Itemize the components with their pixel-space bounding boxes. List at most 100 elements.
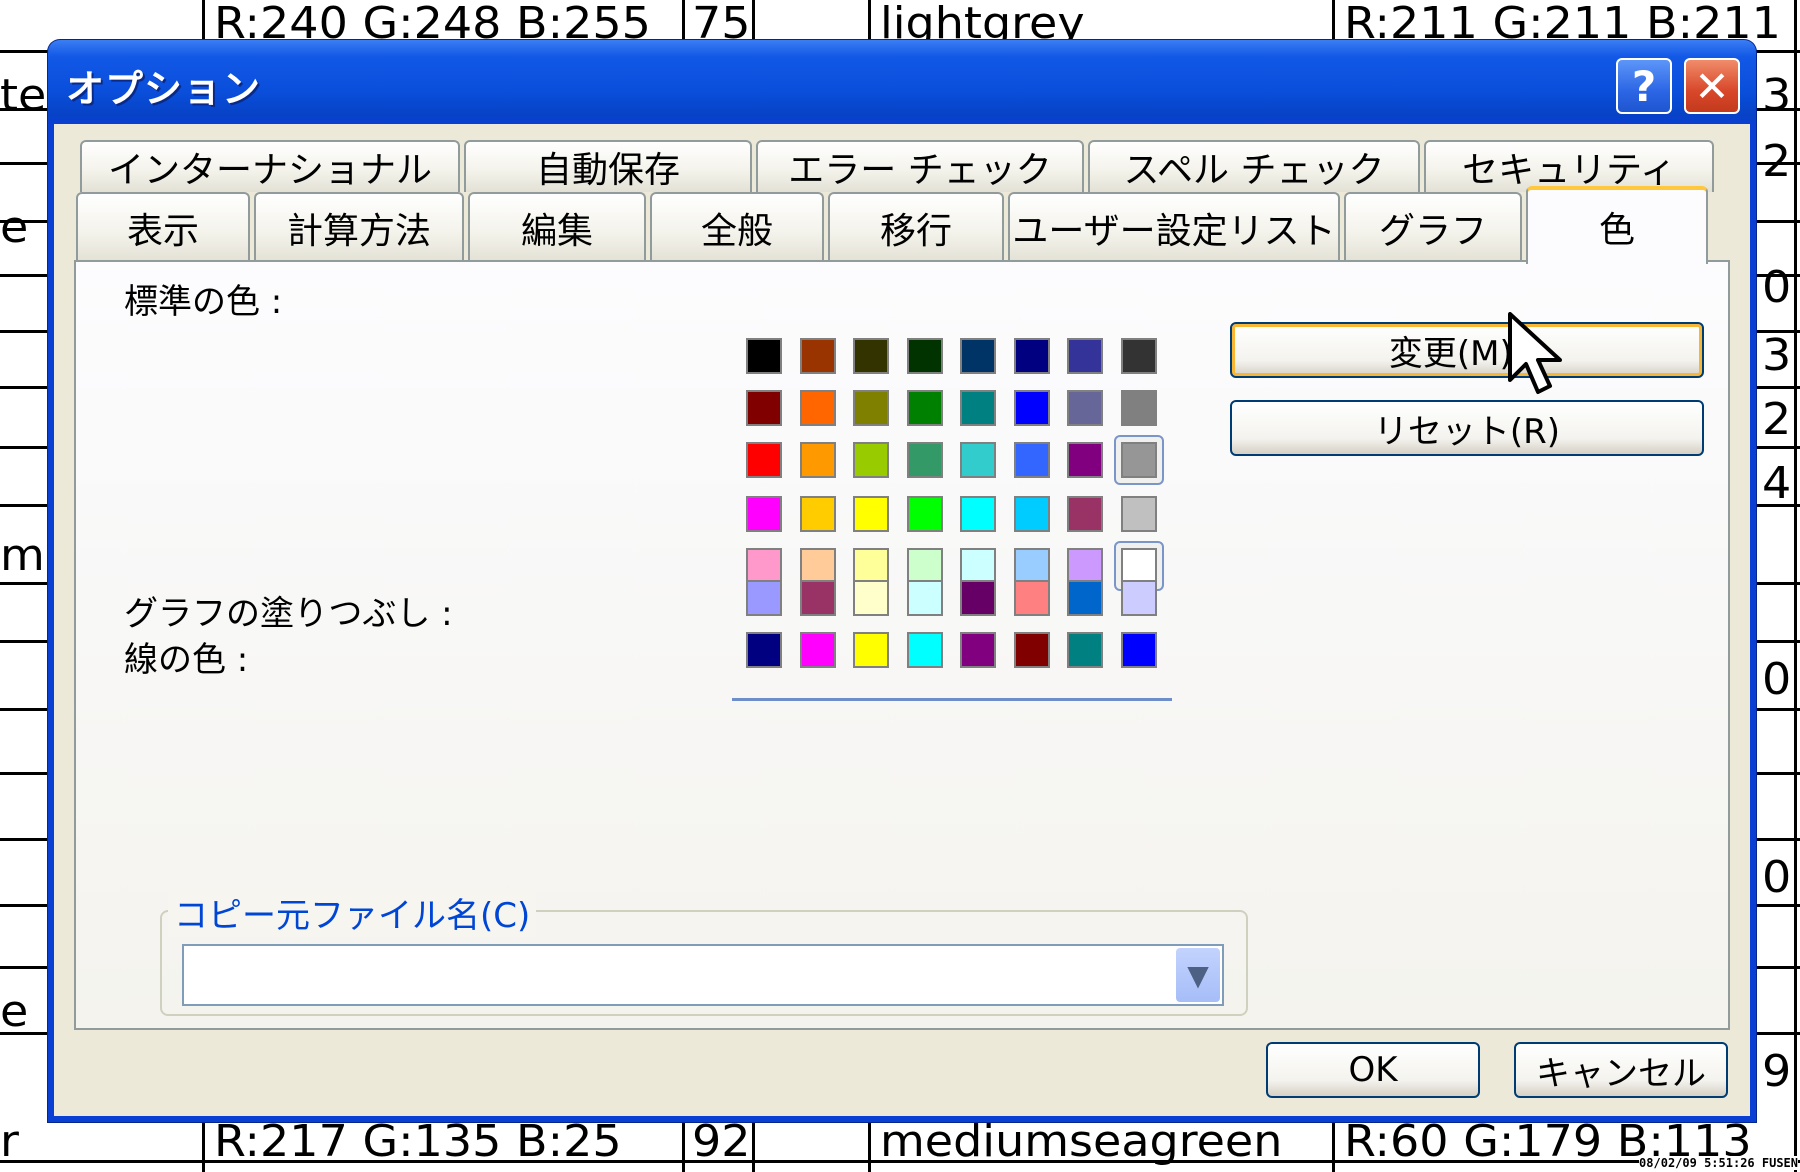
line-color-swatch[interactable] xyxy=(960,632,996,668)
color-swatch[interactable] xyxy=(853,548,889,584)
color-swatch[interactable] xyxy=(906,338,943,374)
color-swatch[interactable] xyxy=(853,442,889,478)
tab-autosave[interactable]: 自動保存 xyxy=(464,140,752,192)
color-swatch[interactable] xyxy=(906,548,943,584)
reset-button-label: リセット(R) xyxy=(1373,411,1561,452)
tab-label: ユーザー設定リスト xyxy=(1012,211,1336,252)
sheet-cell: R:211 G:211 B:211 xyxy=(1344,0,1781,49)
close-button[interactable]: ✕ xyxy=(1684,58,1740,114)
line-color-swatch[interactable] xyxy=(1013,632,1050,668)
chart-fill-swatch[interactable] xyxy=(1013,580,1050,616)
modify-button[interactable]: 変更(M)... xyxy=(1230,322,1704,378)
color-swatch[interactable] xyxy=(1067,548,1103,584)
chart-fill-swatch[interactable] xyxy=(853,580,889,616)
color-swatch[interactable] xyxy=(853,496,889,532)
help-button[interactable]: ? xyxy=(1616,58,1672,114)
color-swatch[interactable] xyxy=(906,390,943,426)
color-swatch[interactable] xyxy=(1120,338,1157,374)
color-swatch[interactable] xyxy=(1067,390,1103,426)
color-swatch[interactable] xyxy=(746,496,782,532)
sheet-cell: R:240 G:248 B:255 xyxy=(214,0,651,49)
line-color-swatch[interactable] xyxy=(853,632,889,668)
cancel-button[interactable]: キャンセル xyxy=(1514,1042,1728,1098)
color-swatch[interactable] xyxy=(906,442,943,478)
tab-error-check[interactable]: エラー チェック xyxy=(756,140,1084,192)
sheet-cell: te xyxy=(0,69,47,121)
tab-color[interactable]: 色 xyxy=(1526,186,1708,264)
title-bar[interactable]: オプション ? ✕ xyxy=(48,40,1756,124)
sheet-cell: lightgrey xyxy=(880,0,1085,49)
color-swatch[interactable] xyxy=(799,442,836,478)
color-swatch[interactable] xyxy=(960,442,996,478)
line-color-swatch[interactable] xyxy=(746,632,782,668)
line-color-swatch[interactable] xyxy=(1120,632,1157,668)
chart-fill-swatch[interactable] xyxy=(799,580,836,616)
chart-fill-swatch[interactable] xyxy=(906,580,943,616)
grid-line xyxy=(1332,1122,1335,1172)
tab-label: グラフ xyxy=(1378,211,1487,252)
tab-custom-lists[interactable]: ユーザー設定リスト xyxy=(1008,192,1340,262)
color-swatch[interactable] xyxy=(960,390,996,426)
color-swatch[interactable] xyxy=(746,442,782,478)
grid-line xyxy=(752,1122,755,1172)
color-swatch[interactable] xyxy=(960,496,996,532)
chart-fill-swatch[interactable] xyxy=(746,580,782,616)
dialog-client-area: インターナショナル 自動保存 エラー チェック スペル チェック セキュリティ … xyxy=(54,124,1750,1116)
tab-spell-check[interactable]: スペル チェック xyxy=(1088,140,1420,192)
chart-fill-label: グラフの塗りつぶし : xyxy=(124,594,453,634)
color-swatch[interactable] xyxy=(1013,390,1050,426)
color-swatch[interactable] xyxy=(1120,390,1157,426)
tab-calculation[interactable]: 計算方法 xyxy=(254,192,464,262)
sheet-cell: 2 xyxy=(1762,135,1792,187)
color-swatch[interactable] xyxy=(1013,496,1050,532)
color-swatch[interactable] xyxy=(906,496,943,532)
tab-edit[interactable]: 編集 xyxy=(468,192,646,262)
chart-fill-swatch[interactable] xyxy=(960,580,996,616)
copy-source-select[interactable]: ▼ xyxy=(182,944,1224,1006)
color-swatch[interactable] xyxy=(1067,496,1103,532)
line-color-swatch[interactable] xyxy=(906,632,943,668)
color-swatch[interactable] xyxy=(746,390,782,426)
color-swatch[interactable] xyxy=(960,338,996,374)
color-swatch[interactable] xyxy=(1013,442,1050,478)
color-swatch[interactable] xyxy=(799,338,836,374)
color-swatch[interactable] xyxy=(746,548,782,584)
tab-label: エラー チェック xyxy=(788,150,1052,191)
color-swatch[interactable] xyxy=(799,496,836,532)
color-swatch[interactable] xyxy=(1067,338,1103,374)
color-swatch[interactable] xyxy=(1013,548,1050,584)
color-swatch[interactable] xyxy=(746,338,782,374)
chart-fill-swatch[interactable] xyxy=(1120,580,1157,616)
grid-line xyxy=(682,1122,685,1172)
sheet-cell: R:217 G:135 B:25 xyxy=(214,1115,622,1167)
color-swatch[interactable] xyxy=(1120,442,1157,478)
ok-button[interactable]: OK xyxy=(1266,1042,1480,1098)
line-color-swatch[interactable] xyxy=(799,632,836,668)
chart-fill-swatch[interactable] xyxy=(1067,580,1103,616)
tab-international[interactable]: インターナショナル xyxy=(80,140,460,192)
tab-security[interactable]: セキュリティ xyxy=(1424,140,1714,192)
color-swatch[interactable] xyxy=(1067,442,1103,478)
color-swatch[interactable] xyxy=(1013,338,1050,374)
color-swatch[interactable] xyxy=(853,390,889,426)
color-swatch[interactable] xyxy=(1120,548,1157,584)
tab-transition[interactable]: 移行 xyxy=(828,192,1004,262)
reset-button[interactable]: リセット(R) xyxy=(1230,400,1704,456)
tab-view[interactable]: 表示 xyxy=(76,192,250,262)
tab-general[interactable]: 全般 xyxy=(650,192,824,262)
dropdown-button[interactable]: ▼ xyxy=(1176,948,1220,1002)
color-swatch[interactable] xyxy=(960,548,996,584)
color-swatch[interactable] xyxy=(853,338,889,374)
options-dialog: オプション ? ✕ インターナショナル 自動保存 エラー チェック スペル チェ… xyxy=(48,40,1756,1122)
tab-chart[interactable]: グラフ xyxy=(1344,192,1522,262)
tab-label: 編集 xyxy=(520,211,593,252)
color-swatch[interactable] xyxy=(799,390,836,426)
color-swatch[interactable] xyxy=(799,548,836,584)
grid-line xyxy=(1794,0,1797,1172)
color-swatch[interactable] xyxy=(1120,496,1157,532)
line-color-swatch[interactable] xyxy=(1067,632,1103,668)
standard-colors-label: 標準の色 : xyxy=(124,282,283,322)
close-icon: ✕ xyxy=(1694,61,1730,111)
line-color-label: 線の色 : xyxy=(124,640,249,680)
sheet-cell: 92 xyxy=(692,1115,751,1167)
